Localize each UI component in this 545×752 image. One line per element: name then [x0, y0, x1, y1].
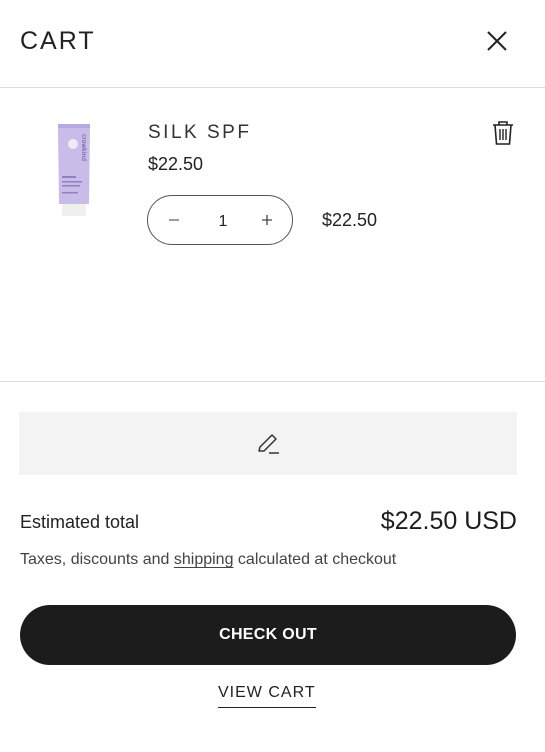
tax-shipping-note: Taxes, discounts and shipping calculated… [20, 551, 396, 569]
close-button[interactable] [482, 26, 512, 56]
add-order-note-button[interactable] [19, 412, 517, 475]
product-brand-text: crowkind [80, 134, 87, 161]
shipping-link[interactable]: shipping [174, 551, 234, 568]
minus-icon [169, 219, 179, 221]
tax-note-suffix: calculated at checkout [233, 551, 397, 568]
trash-icon [493, 121, 513, 145]
remove-item-button[interactable] [490, 119, 516, 147]
pencil-icon [258, 433, 279, 454]
increase-quantity-button[interactable] [255, 208, 279, 232]
product-name[interactable]: SILK SPF [148, 122, 251, 144]
decrease-quantity-button[interactable] [162, 208, 186, 232]
quantity-input[interactable] [203, 209, 243, 235]
cart-title: CART [20, 27, 96, 55]
cart-line-item: crowkind SILK SPF $22.50 $22.50 [0, 89, 545, 382]
quantity-stepper [147, 195, 293, 245]
close-icon [487, 31, 507, 51]
plus-icon [262, 215, 272, 225]
cart-header: CART [0, 0, 545, 88]
estimated-total-label: Estimated total [20, 512, 140, 532]
product-unit-price: $22.50 [148, 154, 204, 174]
tax-note-prefix: Taxes, discounts and [20, 551, 174, 568]
view-cart-link[interactable]: VIEW CART [218, 684, 316, 708]
estimated-total-value: $22.50 USD [380, 507, 517, 535]
line-item-total: $22.50 [322, 210, 378, 230]
checkout-button[interactable]: CHECK OUT [20, 605, 516, 665]
product-thumbnail[interactable]: crowkind [52, 124, 96, 224]
